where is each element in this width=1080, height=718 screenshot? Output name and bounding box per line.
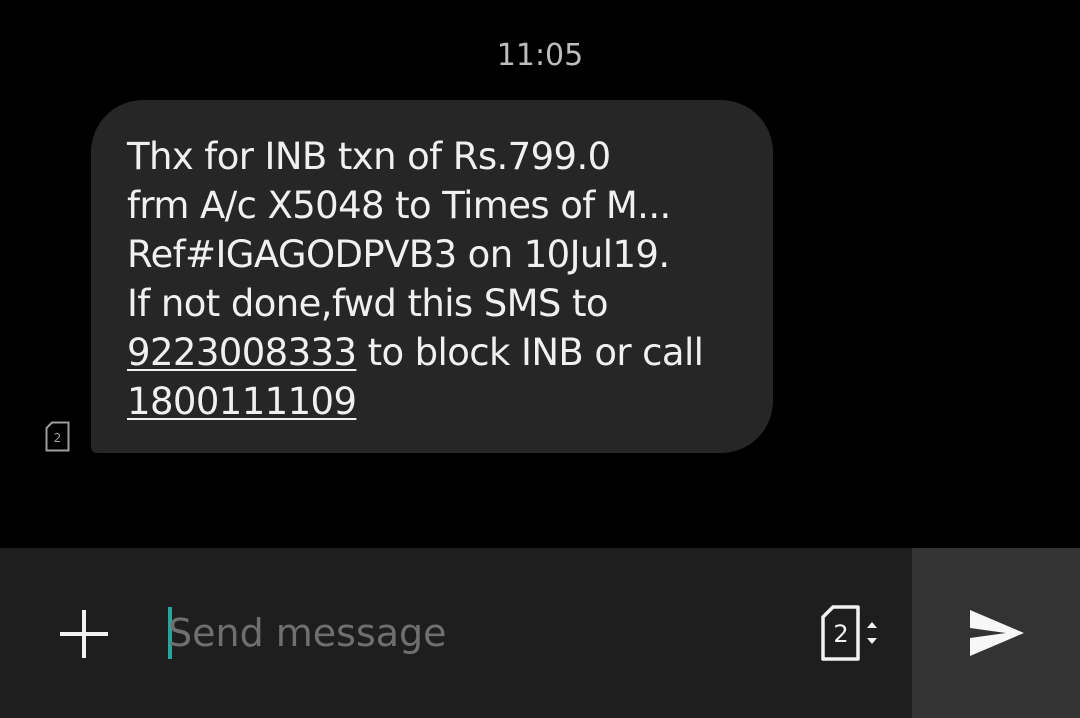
message-input-container[interactable] xyxy=(168,605,768,661)
message-line-with-phone: 9223008333 to block INB or call xyxy=(127,328,743,377)
phone-number-link[interactable]: 9223008333 xyxy=(127,331,357,374)
sim-select-icon: 2 xyxy=(821,605,877,661)
message-line: Thx for INB txn of Rs.799.0 xyxy=(127,135,611,178)
message-line: If not done,fwd this SMS to xyxy=(127,282,609,325)
plus-icon xyxy=(60,610,108,658)
sim-selector-number: 2 xyxy=(833,620,848,648)
conversation-screen: 11:05 Thx for INB txn of Rs.799.0 frm A/… xyxy=(0,0,1080,718)
message-timestamp: 11:05 xyxy=(496,38,584,73)
message-line: frm A/c X5048 to Times of M... xyxy=(127,184,671,227)
sim-badge-number: 2 xyxy=(54,431,62,445)
message-line: Ref#IGAGODPVB3 on 10Jul19. xyxy=(127,233,670,276)
message-text: to block INB or call xyxy=(356,331,704,374)
tollfree-number-link[interactable]: 1800111109 xyxy=(127,380,357,423)
send-button[interactable] xyxy=(912,548,1080,718)
message-bubble[interactable]: Thx for INB txn of Rs.799.0 frm A/c X504… xyxy=(91,100,773,453)
send-icon xyxy=(970,610,1024,656)
message-input[interactable] xyxy=(168,605,768,661)
message-line-with-tollfree: 1800111109 xyxy=(127,377,743,426)
message-composer: 2 xyxy=(0,548,1080,718)
sim-card-icon: 2 xyxy=(45,421,70,452)
attach-button[interactable] xyxy=(58,608,110,660)
sim-selector-button[interactable]: 2 xyxy=(818,604,882,662)
